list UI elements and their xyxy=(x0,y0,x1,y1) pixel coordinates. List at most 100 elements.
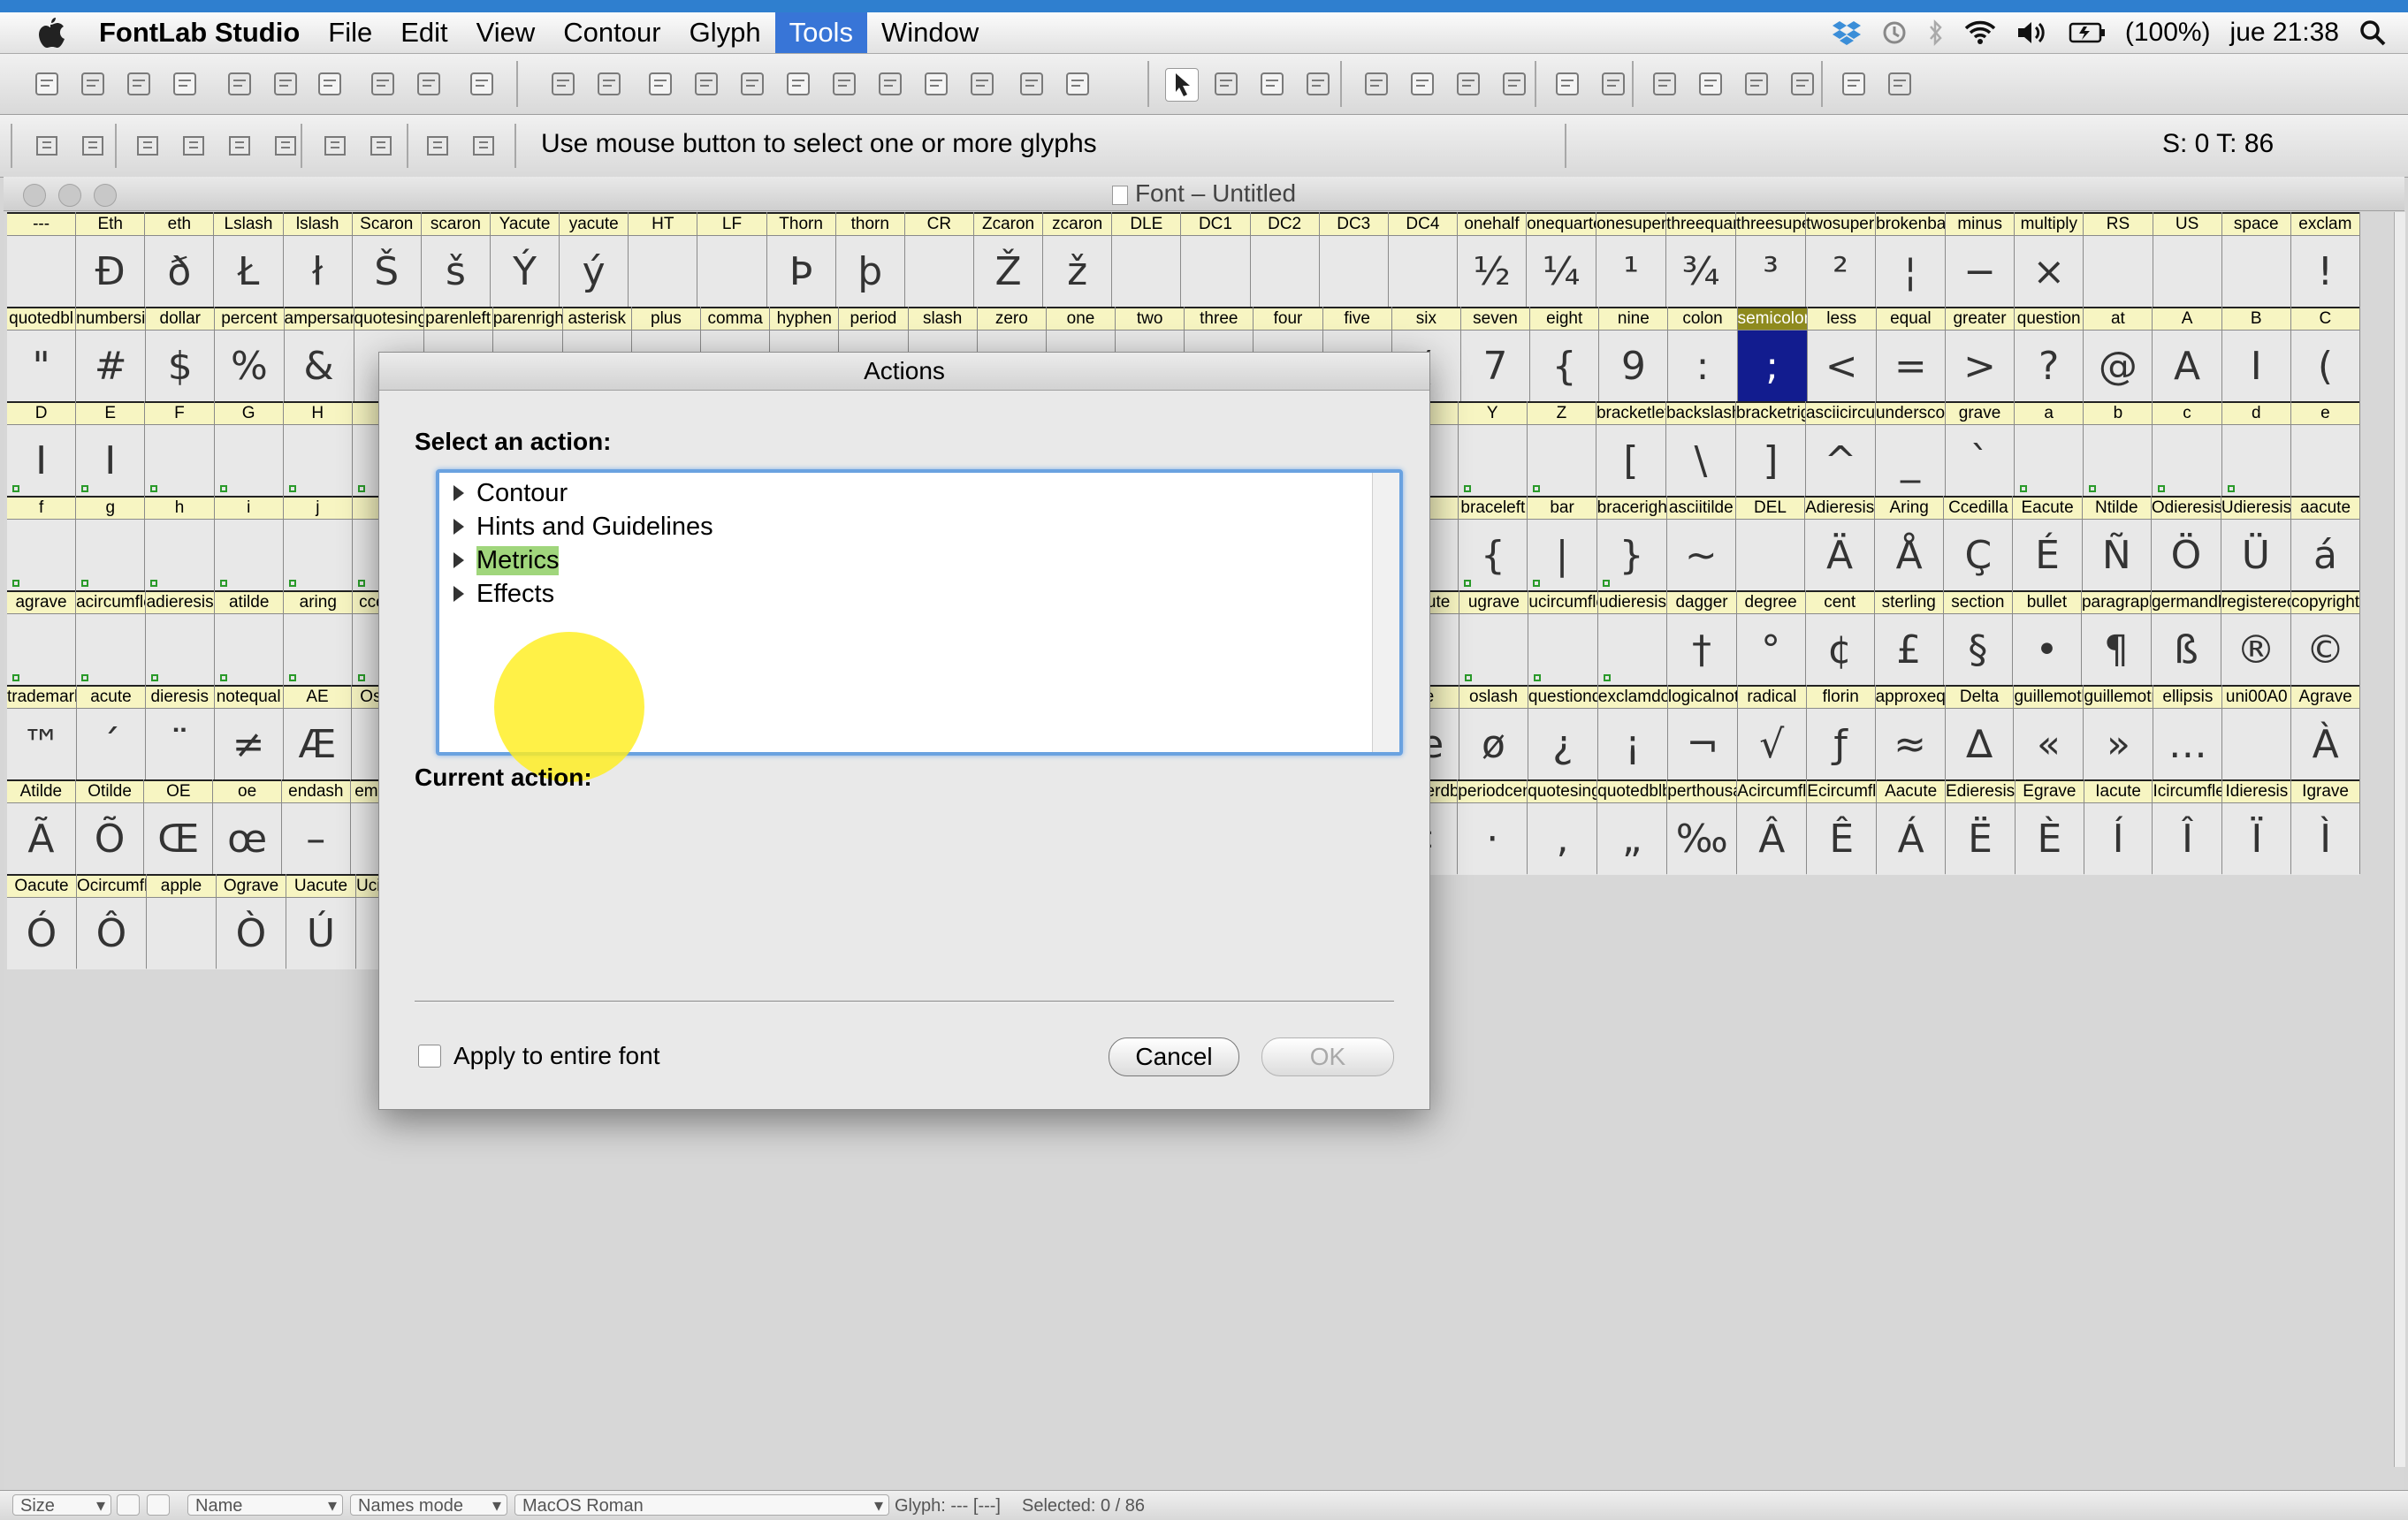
action-item-effects[interactable]: Effects xyxy=(453,577,554,611)
align-2-icon[interactable] xyxy=(179,130,210,162)
glyph-cell[interactable]: i xyxy=(214,496,284,591)
glyph-cell[interactable]: bracketleft[ xyxy=(1596,401,1666,497)
glyph-cell[interactable]: asciitilde ~ xyxy=(1666,496,1736,591)
glyph-cell[interactable]: bullet • xyxy=(2012,590,2082,686)
glyph-cell[interactable]: aacute á xyxy=(2290,496,2361,591)
glyph-cell[interactable]: guillemotright» xyxy=(2084,685,2154,780)
glyph-cell[interactable]: US xyxy=(2153,212,2222,308)
align-1-icon[interactable] xyxy=(133,130,164,162)
glyph-cell[interactable]: germandblsß xyxy=(2151,590,2221,686)
glyph-cell[interactable]: threequarters¾ xyxy=(1666,212,1737,308)
glyph-cell[interactable]: OcircumflexÔ xyxy=(77,874,147,969)
disclosure-triangle-icon[interactable] xyxy=(453,519,464,535)
glyph-cell[interactable]: semicolon; xyxy=(1737,307,1808,402)
glyph-cell[interactable]: quotesinglbase‚ xyxy=(1528,779,1598,875)
glyph-cell[interactable]: Eth Đ xyxy=(76,212,146,308)
menu-contour[interactable]: Contour xyxy=(549,12,674,53)
glyph-cell[interactable]: brokenbar ¦ xyxy=(1876,212,1947,308)
glyph-cell[interactable]: agrave xyxy=(7,590,77,686)
eraser-tool-icon[interactable] xyxy=(1211,68,1243,100)
glyph-cell[interactable]: DC4 xyxy=(1388,212,1458,308)
glyph-open-icon[interactable] xyxy=(32,130,64,162)
pointer-tool-icon[interactable] xyxy=(1165,68,1199,102)
glyph-cell[interactable]: RS xyxy=(2084,212,2153,308)
glyph-cell[interactable]: braceleft{ xyxy=(1459,496,1528,591)
glyph-cell[interactable]: paragraph ¶ xyxy=(2081,590,2152,686)
apply-entire-font-option[interactable]: Apply to entire font xyxy=(418,1042,659,1070)
glyph-cell[interactable]: Ccedilla Ç xyxy=(1944,496,2014,591)
menu-window[interactable]: Window xyxy=(867,12,993,53)
glyph-cell[interactable]: DC3 xyxy=(1319,212,1389,308)
add-point-icon[interactable] xyxy=(1361,68,1393,100)
glyph-cell[interactable]: Ntilde Ñ xyxy=(2082,496,2152,591)
glyph-cell[interactable]: CR xyxy=(904,212,974,308)
kerning-window-icon[interactable] xyxy=(594,68,626,100)
menu-tools[interactable]: Tools xyxy=(774,12,867,53)
dropbox-icon[interactable] xyxy=(1832,19,1862,46)
glyph-cell[interactable]: Iacute Í xyxy=(2084,779,2153,875)
glyph-cell[interactable]: IcircumflexÎ xyxy=(2153,779,2223,875)
scale-tool-icon[interactable] xyxy=(1696,68,1727,100)
glyph-cell[interactable]: BI xyxy=(2221,307,2291,402)
spotlight-search-icon[interactable] xyxy=(2358,19,2387,47)
settings-icon[interactable] xyxy=(1885,68,1916,100)
glyph-cell[interactable]: asciicircum^ xyxy=(1805,401,1876,497)
glyph-cell[interactable]: thorn þ xyxy=(835,212,905,308)
glyph-cell[interactable]: OE Œ xyxy=(144,779,214,875)
classes-icon[interactable] xyxy=(829,68,861,100)
glyph-cell[interactable]: copyright © xyxy=(2290,590,2361,686)
grid-icon[interactable] xyxy=(875,68,907,100)
glyph-cell[interactable]: Oacute Ó xyxy=(7,874,77,969)
glyph-cell[interactable]: underscore_ xyxy=(1875,401,1946,497)
glyph-cell[interactable]: DC1 xyxy=(1181,212,1251,308)
size-select[interactable]: Size ▾ xyxy=(12,1494,111,1516)
glyph-cell[interactable]: H xyxy=(283,401,353,497)
glyph-cell[interactable]: degree ° xyxy=(1736,590,1806,686)
align-3-icon[interactable] xyxy=(225,130,256,162)
glyph-cell[interactable]: approxequal≈ xyxy=(1875,685,1946,780)
rectangle-tool-icon[interactable] xyxy=(1552,68,1584,100)
redo-icon[interactable] xyxy=(414,68,446,100)
glyph-cell[interactable]: backslash \ xyxy=(1665,401,1736,497)
save-all-icon[interactable] xyxy=(170,68,202,100)
glyph-cell[interactable]: exclamdown¡ xyxy=(1597,685,1668,780)
glyph-cell[interactable]: oe œ xyxy=(213,779,282,875)
glyph-cell[interactable]: at @ xyxy=(2084,307,2153,402)
glyph-cell[interactable]: EI xyxy=(76,401,146,497)
wifi-icon[interactable] xyxy=(1964,19,1996,46)
glyph-cell[interactable]: dagger † xyxy=(1667,590,1737,686)
glyph-cell[interactable]: Udieresis Ü xyxy=(2221,496,2291,591)
glyph-cell[interactable]: HT xyxy=(629,212,698,308)
multiple-master-icon[interactable] xyxy=(1017,68,1048,100)
menu-edit[interactable]: Edit xyxy=(386,12,461,53)
rotate-tool-icon[interactable] xyxy=(1650,68,1681,100)
cancel-button[interactable]: Cancel xyxy=(1109,1037,1239,1076)
print-icon[interactable] xyxy=(467,68,499,100)
glyph-cell[interactable]: e xyxy=(2290,401,2360,497)
glyph-cell[interactable]: multiply × xyxy=(2015,212,2084,308)
glyph-cell[interactable]: Atilde Ã xyxy=(7,779,76,875)
glyph-cell[interactable]: Z xyxy=(1527,401,1596,497)
glyph-cell[interactable]: registered ® xyxy=(2221,590,2291,686)
glyph-cell[interactable]: dollar $ xyxy=(146,307,216,402)
glyph-cell[interactable]: ampersand& xyxy=(284,307,354,402)
glyph-cell[interactable]: C( xyxy=(2290,307,2360,402)
glyph-cell[interactable]: grave ` xyxy=(1945,401,2016,497)
apply-entire-font-checkbox[interactable] xyxy=(418,1045,441,1068)
glyph-cell[interactable]: d xyxy=(2221,401,2291,497)
menu-glyph[interactable]: Glyph xyxy=(675,12,775,53)
knife-tool-icon[interactable] xyxy=(1303,68,1335,100)
glyph-cell[interactable]: EcircumflexÊ xyxy=(1807,779,1878,875)
encoding-select[interactable]: MacOS Roman ▾ xyxy=(514,1494,889,1516)
glyph-cell[interactable]: colon: xyxy=(1668,307,1738,402)
glyph-cell[interactable]: AA xyxy=(2153,307,2222,402)
glyph-cell[interactable]: apple xyxy=(147,874,217,969)
glyph-cell[interactable]: logicalnot ¬ xyxy=(1667,685,1738,780)
glyph-cell[interactable]: DLE xyxy=(1112,212,1182,308)
glyph-cell[interactable]: trademark ™ xyxy=(7,685,77,780)
glyph-cell[interactable]: j xyxy=(283,496,354,591)
glyph-cell[interactable]: ucircumflex xyxy=(1528,590,1599,686)
window-zoom-button[interactable] xyxy=(94,184,117,207)
ok-button[interactable]: OK xyxy=(1261,1037,1394,1076)
node-tool-2-icon[interactable] xyxy=(1453,68,1485,100)
